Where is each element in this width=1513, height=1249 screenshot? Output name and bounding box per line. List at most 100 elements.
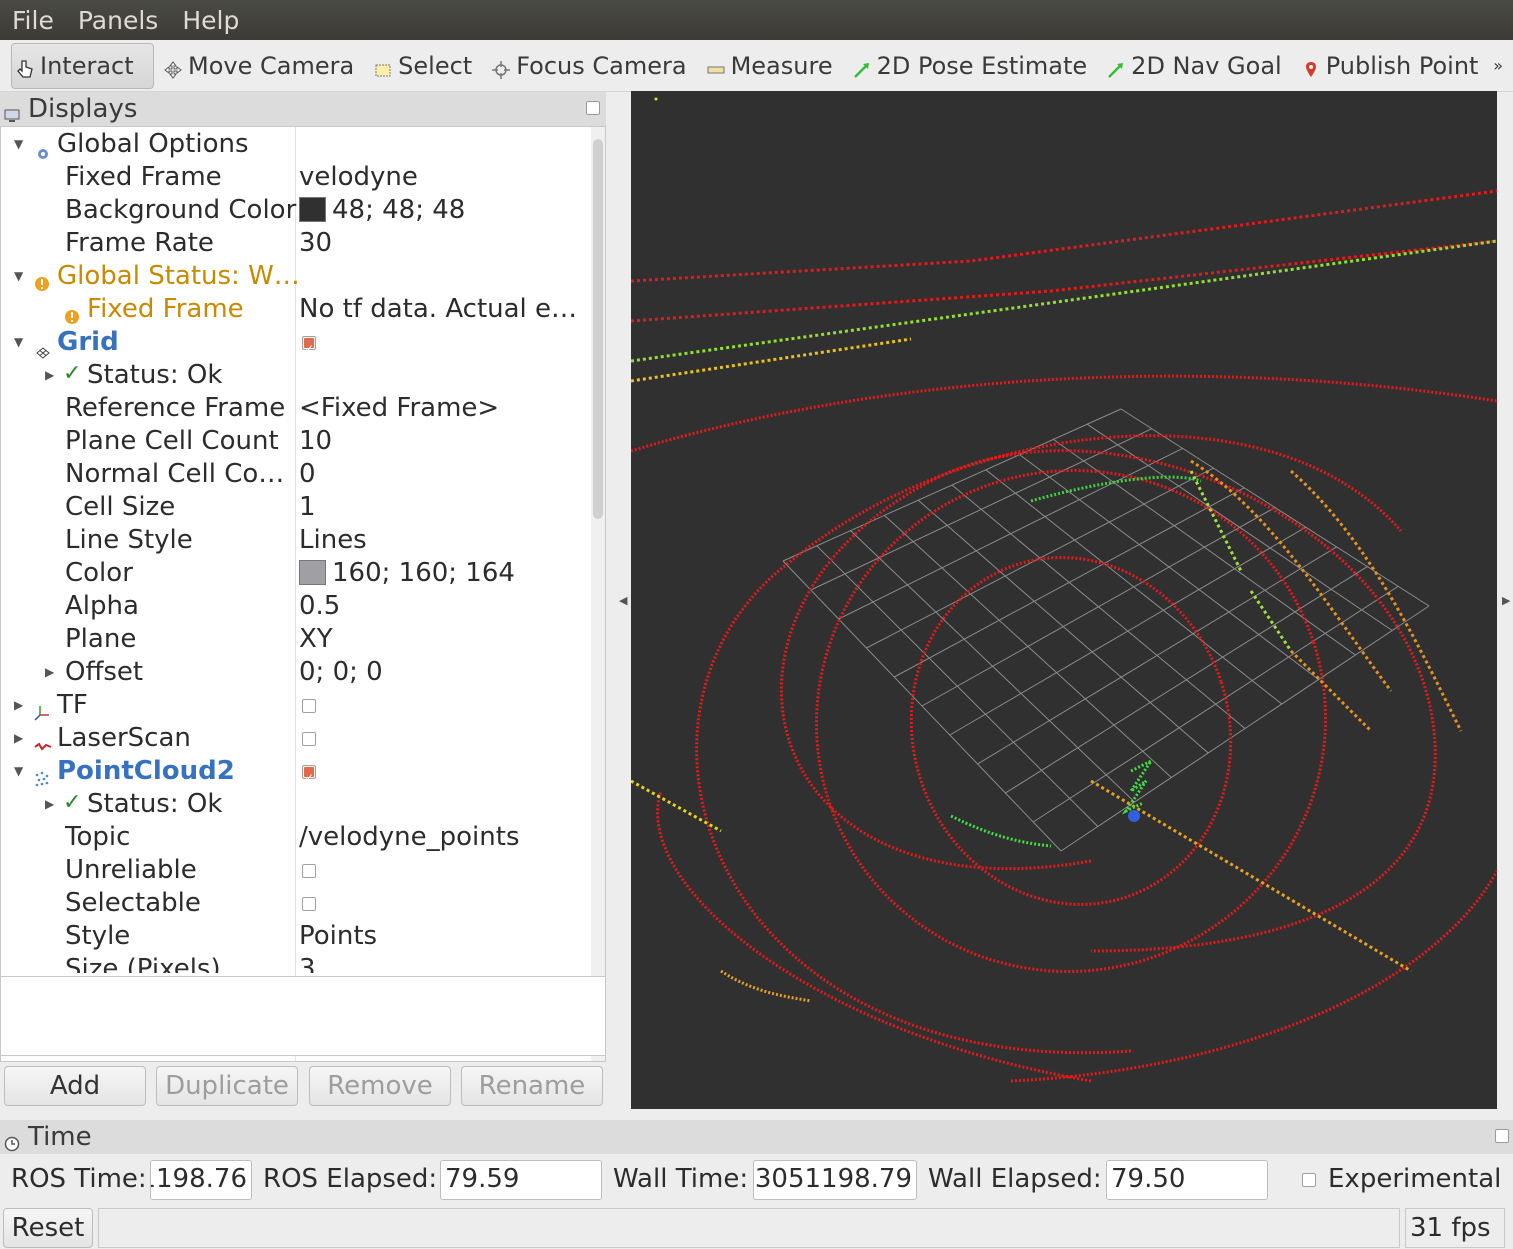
tree-row-size-pixels[interactable]: Size (Pixels) 3 [1,953,591,973]
pointcloud2-enabled-checkbox[interactable] [302,762,316,795]
tree-row-offset[interactable]: ▶ Offset 0; 0; 0 [1,656,591,689]
unreliable-checkbox[interactable] [302,864,316,878]
tree-row-label: Offset [65,657,144,687]
tree-row-grid-status[interactable]: ▶ ✓ Status: Ok [1,359,591,392]
select-tool-button[interactable]: Select [364,43,482,89]
tree-row-value[interactable]: 0.5 [299,590,340,623]
tree-row-line-style[interactable]: Line Style Lines [1,524,591,557]
splitter-right-arrow-icon[interactable]: ▶ [1502,594,1510,607]
tree-row-selectable[interactable]: Selectable [1,887,591,920]
displays-panel-header: Displays [0,92,606,126]
collapsed-arrow-icon[interactable]: ▶ [14,722,23,755]
tree-row-color[interactable]: Color 160; 160; 164 [1,557,591,590]
ros-elapsed-field[interactable]: 79.59 [440,1160,602,1200]
nav-goal-tool-button[interactable]: 2D Nav Goal [1097,43,1292,89]
pose-estimate-tool-button[interactable]: 2D Pose Estimate [843,43,1098,89]
measure-tool-button[interactable]: Measure [697,43,843,89]
collapsed-arrow-icon[interactable]: ▶ [45,656,54,689]
menu-file[interactable]: File [0,6,66,35]
panel-float-button[interactable] [586,101,600,115]
interact-tool-button[interactable]: Interact [11,42,154,89]
ruler-icon [707,57,725,75]
gear-icon [36,137,50,159]
grid-enabled-checkbox[interactable] [302,333,316,366]
tree-row-grid[interactable]: ▼ Grid [1,326,591,366]
tree-row-background-color[interactable]: Background Color 48; 48; 48 [1,194,591,227]
tree-row-value[interactable]: <Fixed Frame> [299,392,499,425]
tree-row-value[interactable]: 1 [299,491,316,524]
tree-row-cell-size[interactable]: Cell Size 1 [1,491,591,524]
tree-row-plane[interactable]: Plane XY [1,623,591,656]
tree-row-fixed-frame-status[interactable]: Fixed Frame No tf data. Actual e… [1,293,591,326]
tree-row-style[interactable]: Style Points [1,920,591,953]
collapsed-arrow-icon[interactable]: ▶ [45,788,54,821]
tree-row-unreliable[interactable]: Unreliable [1,854,591,887]
tree-row-value[interactable]: Points [299,920,377,953]
menu-help[interactable]: Help [170,6,251,35]
publish-point-tool-button[interactable]: Publish Point [1292,43,1489,89]
panel-float-button[interactable] [1495,1129,1509,1143]
ros-time-field[interactable]: 1198.76 [150,1160,252,1200]
remove-button[interactable]: Remove [309,1066,451,1106]
focus-camera-label: Focus Camera [516,51,687,80]
tree-row-value[interactable]: 0 [299,458,316,491]
splitter-left-arrow-icon[interactable]: ◀ [619,594,627,607]
add-button[interactable]: Add [4,1066,146,1106]
color-swatch[interactable] [299,197,326,222]
tree-row-tf[interactable]: ▶ TF [1,689,591,722]
tree-row-value[interactable]: XY [299,623,333,656]
collapsed-arrow-icon[interactable]: ▶ [14,689,23,722]
collapsed-arrow-icon[interactable]: ▶ [45,359,54,392]
color-swatch[interactable] [299,560,326,585]
tree-row-laserscan[interactable]: ▶ LaserScan [1,722,591,755]
tree-row-value[interactable]: 0; 0; 0 [299,656,383,689]
expand-arrow-icon[interactable]: ▼ [14,128,23,161]
tree-row-global-status[interactable]: ▼ Global Status: W… [1,260,591,293]
tree-row-value[interactable]: 3 [299,953,316,973]
expand-arrow-icon[interactable]: ▼ [14,260,23,293]
tree-row-topic[interactable]: Topic /velodyne_points [1,821,591,854]
tree-row-frame-rate[interactable]: Frame Rate 30 [1,227,591,260]
laserscan-enabled-checkbox[interactable] [302,732,316,746]
wall-elapsed-field[interactable]: 79.50 [1106,1160,1268,1200]
tree-row-reference-frame[interactable]: Reference Frame <Fixed Frame> [1,392,591,425]
ros-time-label: ROS Time: [11,1164,147,1194]
expand-arrow-icon[interactable]: ▼ [14,326,23,359]
duplicate-button[interactable]: Duplicate [156,1066,298,1106]
wall-time-field[interactable]: 93051198.79 [753,1160,917,1200]
tree-row-normal-cell-count[interactable]: Normal Cell Co… 0 [1,458,591,491]
tree-row-label: Style [65,921,131,951]
tree-row-label: Background Color [65,195,297,225]
render-3d-view[interactable] [631,91,1497,1109]
tree-row-value[interactable]: /velodyne_points [299,821,520,854]
tree-row-label: Status: Ok [87,789,223,819]
expand-arrow-icon[interactable]: ▼ [14,755,23,788]
rename-button[interactable]: Rename [461,1066,603,1106]
experimental-checkbox[interactable] [1302,1173,1316,1187]
tree-row-alpha[interactable]: Alpha 0.5 [1,590,591,623]
tree-row-value[interactable]: Lines [299,524,367,557]
tree-row-value[interactable]: 30 [299,227,332,260]
selectable-checkbox[interactable] [302,897,316,911]
tf-enabled-checkbox[interactable] [302,699,316,713]
tree-row-value-wrap[interactable]: 160; 160; 164 [299,557,515,590]
tree-row-value-wrap[interactable]: 48; 48; 48 [299,194,465,227]
tree-row-value[interactable]: velodyne [299,161,418,194]
scrollbar-thumb[interactable] [593,139,603,519]
toolbar-overflow-button[interactable]: » [1483,43,1513,89]
tree-scrollbar[interactable] [591,127,605,1061]
tree-row-value[interactable]: 10 [299,425,332,458]
hand-pointer-icon [16,57,34,78]
tree-row-global-options[interactable]: ▼ Global Options [1,128,591,161]
green-arrow-icon [1107,57,1125,78]
focus-camera-tool-button[interactable]: Focus Camera [482,43,696,89]
reset-button[interactable]: Reset [3,1208,93,1248]
displays-tree: ▼ Global Options Fixed Frame velodyne Ba… [0,126,606,1062]
status-message-field [98,1208,1400,1248]
tree-row-fixed-frame[interactable]: Fixed Frame velodyne [1,161,591,194]
tree-row-pointcloud2[interactable]: ▼ PointCloud2 [1,755,591,795]
move-camera-tool-button[interactable]: Move Camera [154,43,364,89]
tree-row-pointcloud-status[interactable]: ▶ ✓ Status: Ok [1,788,591,821]
menu-panels[interactable]: Panels [66,6,170,35]
tree-row-plane-cell-count[interactable]: Plane Cell Count 10 [1,425,591,458]
